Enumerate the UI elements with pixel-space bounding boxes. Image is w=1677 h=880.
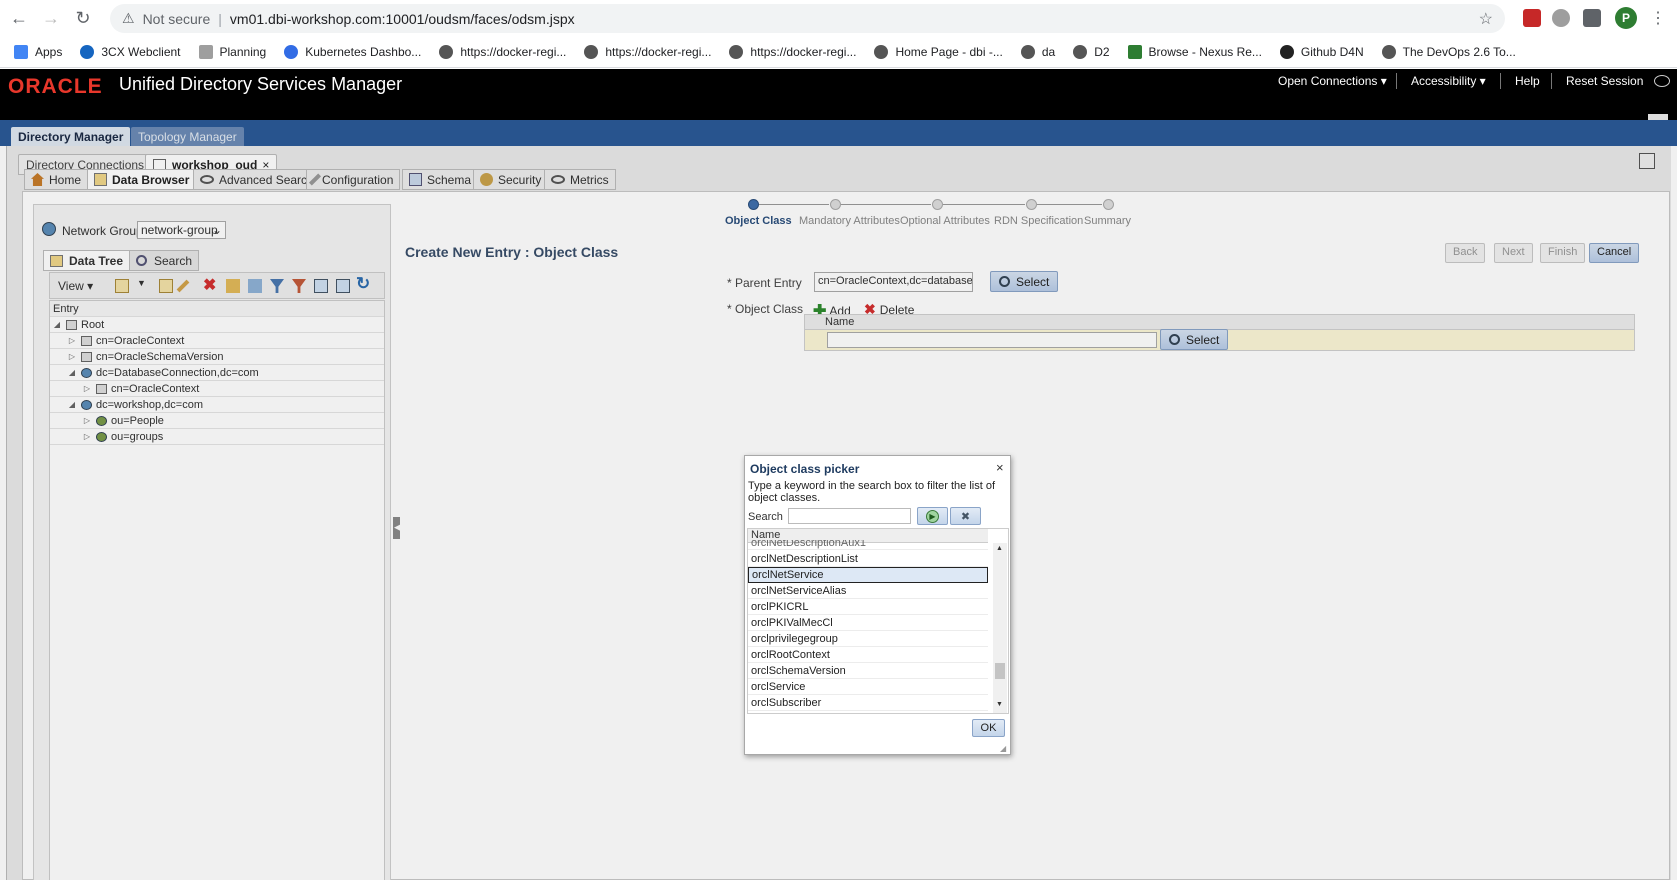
globe-icon: [584, 45, 599, 59]
list-item[interactable]: orclprivilegegroup: [748, 631, 988, 647]
profile-avatar[interactable]: P: [1615, 7, 1637, 29]
bookmark-item[interactable]: D2: [1073, 45, 1110, 59]
play-icon: ▶: [926, 509, 939, 523]
dialog-description: Type a keyword in the search box to filt…: [748, 480, 996, 504]
header-divider: [1551, 73, 1552, 89]
open-connections-menu[interactable]: Open Connections ▾: [1278, 74, 1387, 88]
header-divider: [1396, 73, 1397, 89]
bookmark-item[interactable]: Kubernetes Dashbo...: [284, 45, 421, 59]
clear-search-button[interactable]: ✖: [950, 507, 981, 525]
bookmark-item[interactable]: Browse - Nexus Re...: [1127, 45, 1262, 59]
reset-session-link[interactable]: Reset Session: [1566, 74, 1643, 88]
extensions-puzzle-icon[interactable]: [1583, 9, 1601, 27]
list-item[interactable]: orclNetServiceAlias: [748, 583, 988, 599]
list-item[interactable]: orclRootContext: [748, 647, 988, 663]
bookmark-item[interactable]: da: [1020, 45, 1055, 59]
status-circle-icon: [1654, 75, 1670, 87]
bookmark-item[interactable]: https://docker-regi...: [439, 45, 566, 59]
bookmark-item[interactable]: Home Page - dbi -...: [874, 45, 1003, 59]
accessibility-menu[interactable]: Accessibility ▾: [1411, 74, 1486, 88]
url-text: vm01.dbi-workshop.com:10001/oudsm/faces/…: [229, 10, 575, 27]
dialog-title: Object class picker: [750, 462, 860, 476]
search-input[interactable]: [788, 508, 911, 524]
app-title: Unified Directory Services Manager: [119, 74, 403, 94]
bookmark-item[interactable]: https://docker-regi...: [729, 45, 856, 59]
list-item[interactable]: orclPKICRL: [748, 599, 988, 615]
github-icon: [1279, 45, 1294, 59]
globe-icon: [1073, 45, 1088, 59]
address-bar[interactable]: ⚠ Not secure | vm01.dbi-workshop.com:100…: [110, 4, 1505, 33]
list-item[interactable]: orclNetDescriptionAux1: [748, 540, 988, 550]
search-label: Search: [748, 511, 783, 523]
list-item[interactable]: orclNetDescriptionList: [748, 551, 988, 567]
url-separator: |: [218, 10, 222, 27]
list-item[interactable]: orclPKIValMecCl: [748, 615, 988, 631]
help-link[interactable]: Help: [1515, 74, 1540, 88]
list-scrollbar[interactable]: ▲ ▼: [993, 543, 1007, 713]
security-status: Not secure: [142, 10, 211, 27]
oracle-logo: ORACLE: [8, 75, 103, 98]
scrollbar-thumb[interactable]: [995, 663, 1005, 679]
reload-icon[interactable]: ↻: [70, 6, 96, 32]
scroll-down-icon[interactable]: ▼: [996, 701, 1003, 708]
apps-grid-icon: [14, 45, 28, 59]
globe-icon: [1381, 45, 1396, 59]
forward-arrow-icon[interactable]: →: [38, 6, 64, 32]
object-class-list: Name orclNetDescriptionAux1 orclNetDescr…: [747, 528, 1009, 714]
globe-icon: [439, 45, 454, 59]
bookmark-star-icon[interactable]: ☆: [1479, 9, 1493, 29]
bookmark-item[interactable]: Apps: [14, 45, 62, 59]
list-item[interactable]: orclSchemaVersion: [748, 663, 988, 679]
scroll-up-icon[interactable]: ▲: [996, 545, 1003, 552]
pdf-extension-icon[interactable]: [1523, 9, 1541, 27]
close-icon[interactable]: ×: [996, 460, 1004, 475]
nexus-icon: [1127, 45, 1142, 59]
search-go-button[interactable]: ▶: [917, 507, 948, 525]
bookmark-item[interactable]: The DevOps 2.6 To...: [1381, 45, 1516, 59]
globe-icon: [1020, 45, 1035, 59]
warning-icon: ⚠: [122, 10, 135, 26]
kubernetes-icon: [284, 45, 299, 59]
object-class-picker-dialog: Object class picker × Type a keyword in …: [744, 455, 1011, 755]
globe-icon: [729, 45, 744, 59]
ok-button[interactable]: OK: [972, 719, 1005, 737]
header-divider: [1500, 73, 1501, 89]
chevron-icon: [80, 45, 95, 59]
chrome-menu-icon[interactable]: ⋮: [1650, 8, 1666, 28]
list-item-selected[interactable]: orclNetService: [748, 567, 988, 583]
clear-icon: ✖: [960, 510, 971, 523]
list-item[interactable]: orclService: [748, 679, 988, 695]
bookmark-item[interactable]: 3CX Webclient: [80, 45, 181, 59]
bookmarks-bar: Apps 3CX Webclient Planning Kubernetes D…: [0, 37, 1677, 68]
back-arrow-icon[interactable]: ←: [6, 6, 32, 32]
resize-grip-icon[interactable]: ◢: [1000, 744, 1006, 753]
bookmark-item[interactable]: Github D4N: [1279, 45, 1364, 59]
bookmark-item[interactable]: Planning: [198, 45, 266, 59]
bookmark-item[interactable]: https://docker-regi...: [584, 45, 711, 59]
list-item[interactable]: orclSubscriber: [748, 695, 988, 711]
browser-toolbar: ← → ↻ ⚠ Not secure | vm01.dbi-workshop.c…: [0, 0, 1677, 37]
extension-circle-icon[interactable]: [1552, 9, 1570, 27]
globe-icon: [874, 45, 889, 59]
page-icon: [198, 45, 213, 59]
app-header: ORACLE Unified Directory Services Manage…: [0, 69, 1677, 120]
